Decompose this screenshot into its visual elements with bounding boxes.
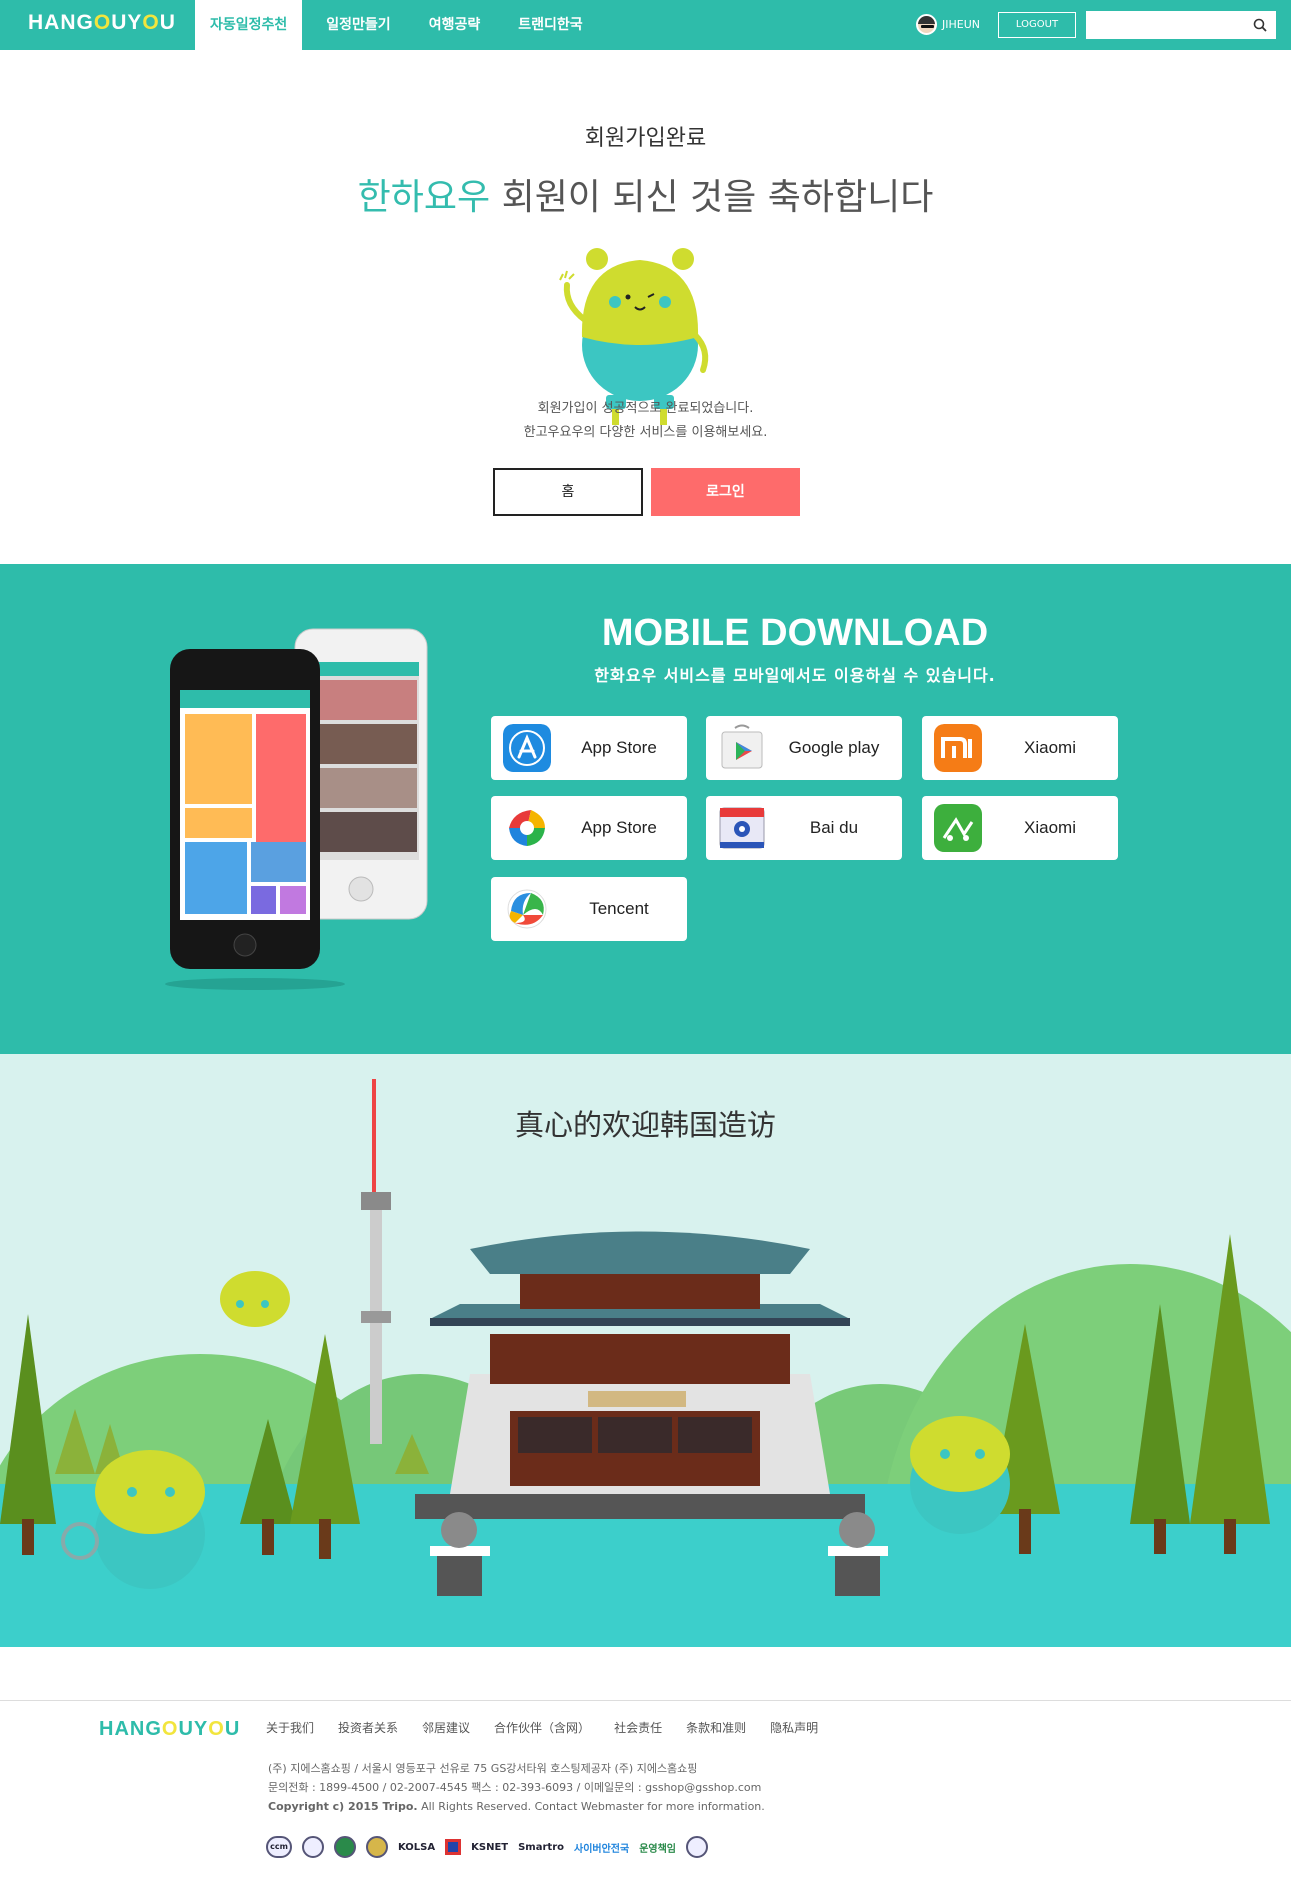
- ccm-badge: ccm: [266, 1835, 292, 1859]
- welcome-korea-section: 真心的欢迎韩国造访: [0, 1054, 1291, 1647]
- xiaomi-icon: [934, 724, 982, 772]
- home-button[interactable]: 홈: [493, 468, 643, 516]
- logo[interactable]: HANGOUYOU: [28, 11, 176, 35]
- store-label: App Store: [581, 818, 657, 837]
- page-title: 회원가입완료: [584, 126, 707, 151]
- google-play-icon: [721, 724, 763, 769]
- logout-button[interactable]: LOGOUT: [998, 12, 1076, 38]
- store-label: App Store: [581, 738, 657, 757]
- nav-item-auto-schedule[interactable]: 자동일정추천: [195, 0, 303, 50]
- top-navigation-bar: HANGOUYOU 자동일정추천 일정만들기 여행공략 트랜디한국 JIHEUN…: [0, 0, 1291, 50]
- footer-links: 关于我们 投资者关系 邻居建议 合作伙伴（含网） 社会责任 条款和准则 隐私声明: [266, 1719, 842, 1736]
- app-store-icon: [503, 724, 551, 772]
- cross-icon: [445, 1839, 462, 1855]
- login-button[interactable]: 로그인: [651, 468, 800, 516]
- ksnet-badge: KSNET: [471, 1841, 509, 1853]
- wandoujia-icon: [934, 804, 982, 852]
- footer-logo-o2: O: [208, 1718, 225, 1740]
- cyber-safety-badge: 사이버안전국: [574, 1843, 630, 1855]
- store-button-tencent[interactable]: Tencent: [491, 877, 687, 941]
- footer-logo-text-2: UY: [178, 1718, 209, 1740]
- message-line-1: 회원가입이 성공적으로 완료되었습니다.: [537, 401, 754, 416]
- logo-text-2: UY: [111, 11, 143, 34]
- certification-badges: ccm KOLSA KSNET Smartro 사이버안전국 운영책임: [266, 1835, 718, 1859]
- footer-copyright: Copyright c) 2015 Tripo. All Rights Rese…: [268, 1797, 765, 1816]
- search-icon[interactable]: [1252, 17, 1268, 33]
- signup-complete-section: 회원가입완료 한하요우 회원이 되신 것을 축하합니다 회원가입이 성공적으로 …: [0, 50, 1291, 564]
- footer-info-line-1: (주) 지에스홈쇼핑 / 서울시 영등포구 선유로 75 GS강서타워 호스팅제…: [268, 1762, 698, 1775]
- kolsa-badge: KOLSA: [398, 1841, 436, 1853]
- mobile-download-subtitle: 한화요우 서비스를 모바일에서도 이용하실 수 있습니다.: [594, 666, 996, 685]
- store-button-baidu[interactable]: Bai du: [706, 796, 902, 860]
- seal-badge-2: [334, 1835, 356, 1859]
- footer: HANGOUYOU 关于我们 投资者关系 邻居建议 合作伙伴（含网） 社会责任 …: [0, 1700, 1291, 1900]
- success-message: 회원가입이 성공적으로 완료되었습니다. 한고우요우의 다양한 서비스를 이용해…: [0, 397, 1291, 445]
- footer-logo-o: O: [161, 1718, 179, 1740]
- footer-link-terms[interactable]: 条款和准则: [686, 1719, 746, 1736]
- baidu-icon: [719, 807, 765, 849]
- copyright-bold: Copyright c) 2015 Tripo.: [268, 1800, 418, 1813]
- message-line-2: 한고우요우의 다양한 서비스를 이용해보세요.: [523, 425, 768, 440]
- qihoo-store-icon: [508, 809, 546, 847]
- ccm-badge-text: ccm: [266, 1836, 292, 1858]
- mobile-download-title: MOBILE DOWNLOAD: [601, 612, 989, 654]
- store-label: Xiaomi: [1024, 818, 1076, 837]
- nav-item-trendy-korea[interactable]: 트랜디한국: [504, 0, 596, 50]
- logo-o2: O: [142, 11, 160, 34]
- cross-badge: [445, 1835, 462, 1859]
- store-label: Google play: [788, 738, 880, 757]
- seal-icon-4: [686, 1836, 709, 1858]
- congrats-text: 회원이 되신 것을 축하합니다: [490, 177, 934, 218]
- mobile-download-section: MOBILE DOWNLOAD 한화요우 서비스를 모바일에서도 이용하실 수 …: [0, 564, 1291, 1054]
- store-button-app-store[interactable]: App Store: [491, 716, 687, 780]
- logo-o: O: [93, 11, 112, 34]
- operation-badge: 운영책임: [639, 1843, 677, 1855]
- store-label: Bai du: [809, 818, 859, 837]
- main-nav: 자동일정추천 일정만들기 여행공략 트랜디한국: [195, 0, 607, 50]
- avatar: [916, 14, 937, 35]
- footer-logo-text-1: HANG: [99, 1718, 162, 1740]
- footer-link-partners[interactable]: 合作伙伴（含网）: [494, 1719, 590, 1736]
- seal-icon-2: [334, 1836, 356, 1858]
- phones-illustration: [165, 628, 428, 990]
- store-label: Tencent: [589, 899, 649, 918]
- logo-text-1: HANG: [28, 11, 94, 34]
- footer-link-suggestions[interactable]: 邻居建议: [422, 1719, 470, 1736]
- store-button-xiaomi[interactable]: Xiaomi: [922, 716, 1118, 780]
- nav-item-make-schedule[interactable]: 일정만들기: [312, 0, 404, 50]
- seal-badge-1: [302, 1835, 324, 1859]
- username: JIHEUN: [942, 18, 980, 31]
- smartro-badge: Smartro: [518, 1841, 564, 1853]
- logo-text-3: U: [159, 11, 176, 34]
- search-box[interactable]: [1086, 11, 1276, 39]
- tencent-icon: [507, 889, 547, 929]
- seal-icon-1: [302, 1836, 324, 1858]
- store-button-google-play[interactable]: Google play: [706, 716, 902, 780]
- footer-logo[interactable]: HANGOUYOU: [99, 1718, 240, 1741]
- welcome-title: 真心的欢迎韩国造访: [514, 1108, 776, 1142]
- store-button-app-store-2[interactable]: App Store: [491, 796, 687, 860]
- seal-badge-4: [686, 1835, 709, 1859]
- footer-link-privacy[interactable]: 隐私声明: [770, 1719, 818, 1736]
- footer-company-info: (주) 지에스홈쇼핑 / 서울시 영등포구 선유로 75 GS강서타워 호스팅제…: [268, 1759, 765, 1816]
- footer-link-about[interactable]: 关于我们: [266, 1719, 314, 1736]
- copyright-rest: All Rights Reserved. Contact Webmaster f…: [417, 1800, 765, 1813]
- seal-badge-3: [366, 1835, 388, 1859]
- footer-link-investors[interactable]: 投资者关系: [338, 1719, 398, 1736]
- store-label: Xiaomi: [1024, 738, 1076, 757]
- footer-logo-text-3: U: [224, 1718, 241, 1740]
- footer-info-line-2: 문의전화 : 1899-4500 / 02-2007-4545 팩스 : 02-…: [268, 1781, 762, 1794]
- congrats-heading: 한하요우 회원이 되신 것을 축하합니다: [0, 168, 1291, 220]
- nav-item-travel-guide[interactable]: 여행공략: [415, 0, 495, 50]
- congrats-brand: 한하요우: [357, 177, 491, 218]
- footer-link-responsibility[interactable]: 社会责任: [614, 1719, 662, 1736]
- store-button-xiaomi-2[interactable]: Xiaomi: [922, 796, 1118, 860]
- user-info[interactable]: JIHEUN: [916, 14, 980, 35]
- seal-icon-3: [366, 1836, 388, 1858]
